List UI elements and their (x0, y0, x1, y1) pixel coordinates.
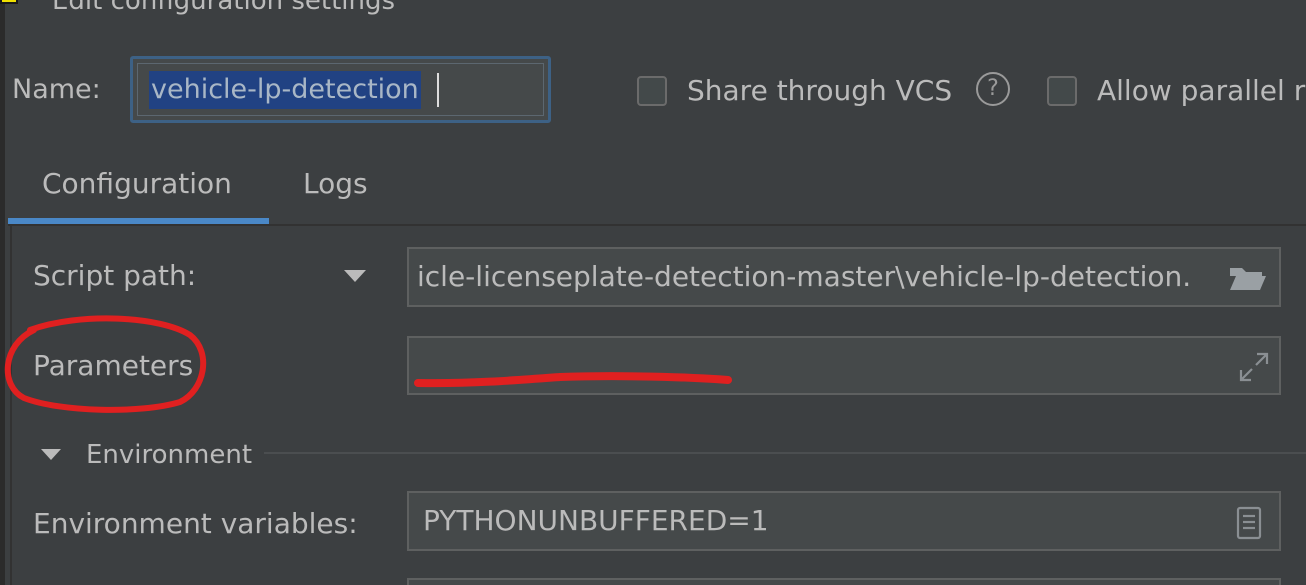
app-icon (0, 0, 18, 4)
name-input[interactable]: vehicle-lp-detection (130, 56, 551, 123)
name-label: Name: (12, 74, 101, 105)
folder-icon[interactable] (1228, 264, 1268, 294)
env-vars-label: Environment variables: (33, 507, 358, 540)
allow-parallel-label[interactable]: Allow parallel r (1097, 73, 1305, 109)
tab-logs[interactable]: Logs (303, 166, 368, 202)
share-vcs-checkbox[interactable] (637, 76, 667, 106)
env-vars-value[interactable]: PYTHONUNBUFFERED=1 (423, 503, 769, 539)
parameters-field[interactable] (407, 336, 1281, 395)
script-path-label: Script path: (33, 259, 197, 292)
share-vcs-label[interactable]: Share through VCS (687, 73, 952, 109)
name-input-value[interactable]: vehicle-lp-detection (149, 71, 421, 109)
environment-section-divider (264, 452, 1306, 454)
tab-configuration[interactable]: Configuration (42, 166, 232, 202)
edit-configuration-dialog: Edit configuration settings Name: vehicl… (0, 0, 1306, 585)
document-icon[interactable] (1235, 506, 1263, 540)
window-title: Edit configuration settings (52, 0, 396, 16)
expand-icon[interactable] (1237, 350, 1271, 384)
env-vars-field[interactable]: PYTHONUNBUFFERED=1 (407, 491, 1281, 551)
script-path-field[interactable]: icle-licenseplate-detection-master\vehic… (407, 247, 1281, 307)
next-field-partial[interactable] (407, 578, 1281, 585)
chevron-down-icon[interactable] (344, 270, 366, 282)
window-left-edge (0, 0, 5, 585)
allow-parallel-checkbox[interactable] (1047, 76, 1077, 106)
title-bar: Edit configuration settings (0, 0, 1306, 16)
script-path-value[interactable]: icle-licenseplate-detection-master\vehic… (417, 259, 1191, 295)
text-caret (437, 73, 439, 107)
environment-section-label[interactable]: Environment (86, 437, 252, 473)
triangle-down-icon[interactable] (41, 449, 61, 460)
help-icon[interactable]: ? (976, 72, 1010, 106)
parameters-label: Parameters (33, 349, 194, 382)
